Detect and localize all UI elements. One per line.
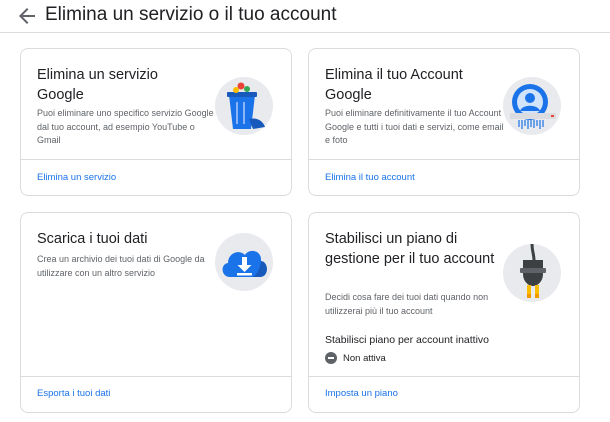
card-title: Elimina un servizio Google [37,67,158,103]
export-data-link[interactable]: Esporta i tuoi dati [37,388,110,400]
card-divider [21,159,291,160]
delete-account-link[interactable]: Elimina il tuo account [325,172,415,184]
status-row: Non attiva [325,351,386,365]
status-badge: Non attiva [343,352,386,364]
card-description: Crea un archivio dei tuoi dati di Google… [37,254,205,278]
account-shredder-icon [503,77,561,135]
inactive-account-setting-label: Stabilisci piano per account inattivo [325,334,490,346]
status-off-icon [325,352,337,364]
download-data-card: Scarica i tuoi dati Crea un archivio dei… [20,212,292,413]
card-description: Decidi cosa fare dei tuoi dati quando no… [325,292,489,316]
card-divider [21,376,291,377]
card-description: Puoi eliminare definitivamente il tuo Ac… [325,108,504,145]
card-description: Puoi eliminare uno specifico servizio Go… [37,108,214,145]
trash-bin-icon [215,77,273,135]
delete-account-card: Elimina il tuo Account Google Puoi elimi… [308,48,580,196]
inactive-account-plan-card: Stabilisci un piano di gestione per il t… [308,212,580,413]
card-title: Scarica i tuoi dati [37,231,148,247]
card-divider [309,159,579,160]
page-title: Elimina un servizio o il tuo account [45,4,337,25]
card-divider [309,376,579,377]
delete-service-link[interactable]: Elimina un servizio [37,172,116,184]
cloud-download-icon [215,233,273,291]
card-title: Elimina il tuo Account Google [325,67,463,103]
page-header: Elimina un servizio o il tuo account [0,0,610,33]
back-arrow-icon[interactable] [15,4,39,28]
delete-service-card: Elimina un servizio Google Puoi eliminar… [20,48,292,196]
set-plan-link[interactable]: Imposta un piano [325,388,398,400]
power-plug-icon [503,244,561,302]
card-title: Stabilisci un piano di gestione per il t… [325,231,495,267]
